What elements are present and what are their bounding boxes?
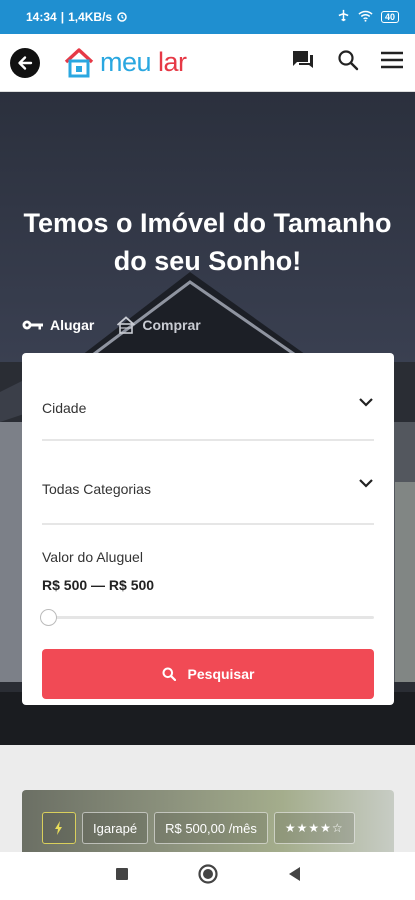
category-select-label: Todas Categorias (42, 481, 151, 497)
arrow-left-icon (18, 55, 33, 70)
alarm-icon (116, 10, 128, 25)
system-navigation-bar (0, 852, 415, 900)
lightning-icon (55, 821, 62, 835)
search-icon (162, 667, 176, 681)
airplane-mode-icon (337, 9, 350, 25)
search-button[interactable]: Pesquisar (42, 649, 374, 699)
featured-badge (42, 812, 76, 844)
hero-title-line1: Temos o Imóvel do Tamanho (23, 208, 392, 238)
listing-mode-tabs: Alugar Comprar (22, 316, 201, 334)
city-select-label: Cidade (42, 400, 87, 416)
menu-icon[interactable] (381, 51, 403, 74)
search-form: Cidade Todas Categorias Valor do Aluguel… (22, 353, 394, 705)
home-icon (117, 316, 136, 334)
chevron-down-icon (359, 479, 373, 488)
tab-alugar[interactable]: Alugar (22, 316, 94, 334)
search-button-label: Pesquisar (187, 666, 255, 682)
recents-button[interactable] (115, 867, 129, 886)
status-time: 14:34 (26, 10, 57, 24)
key-icon (22, 320, 43, 330)
wifi-icon (358, 10, 373, 25)
tab-alugar-label: Alugar (50, 317, 95, 333)
category-select[interactable]: Todas Categorias (42, 441, 374, 525)
house-logo-icon (64, 47, 94, 77)
price-slider-track (42, 616, 374, 619)
hero-title-line2: do seu Sonho! (113, 246, 302, 276)
status-network-speed: 1,4KB/s (68, 10, 113, 24)
property-card[interactable]: Igarapé R$ 500,00 /mês ★★★★☆ (22, 790, 394, 852)
chevron-down-icon (359, 398, 373, 407)
chat-icon[interactable] (291, 49, 315, 76)
app-header: meu lar (0, 34, 415, 92)
price-filter-label: Valor do Aluguel (42, 549, 143, 565)
price-range-value: R$ 500 — R$ 500 (42, 577, 155, 593)
property-price: R$ 500,00 /mês (154, 812, 268, 844)
price-slider[interactable] (40, 609, 374, 626)
home-button[interactable] (197, 863, 219, 890)
battery-indicator: 40 (380, 11, 399, 23)
search-icon[interactable] (337, 49, 359, 76)
logo-text-meu: meu (100, 47, 152, 77)
tab-comprar[interactable]: Comprar (116, 316, 201, 334)
back-button[interactable] (10, 47, 40, 78)
status-bar: 14:34 | 1,4KB/s 40 (0, 0, 415, 34)
price-slider-handle[interactable] (40, 609, 57, 626)
property-location: Igarapé (82, 812, 149, 844)
city-select[interactable]: Cidade (42, 363, 374, 441)
back-nav-button[interactable] (287, 866, 301, 887)
property-rating: ★★★★☆ (273, 812, 355, 844)
tab-comprar-label: Comprar (142, 317, 201, 333)
logo[interactable]: meu lar (62, 46, 187, 80)
hero-title: Temos o Imóvel do Tamanho do seu Sonho! (0, 204, 415, 280)
logo-text-lar: lar (158, 47, 187, 77)
